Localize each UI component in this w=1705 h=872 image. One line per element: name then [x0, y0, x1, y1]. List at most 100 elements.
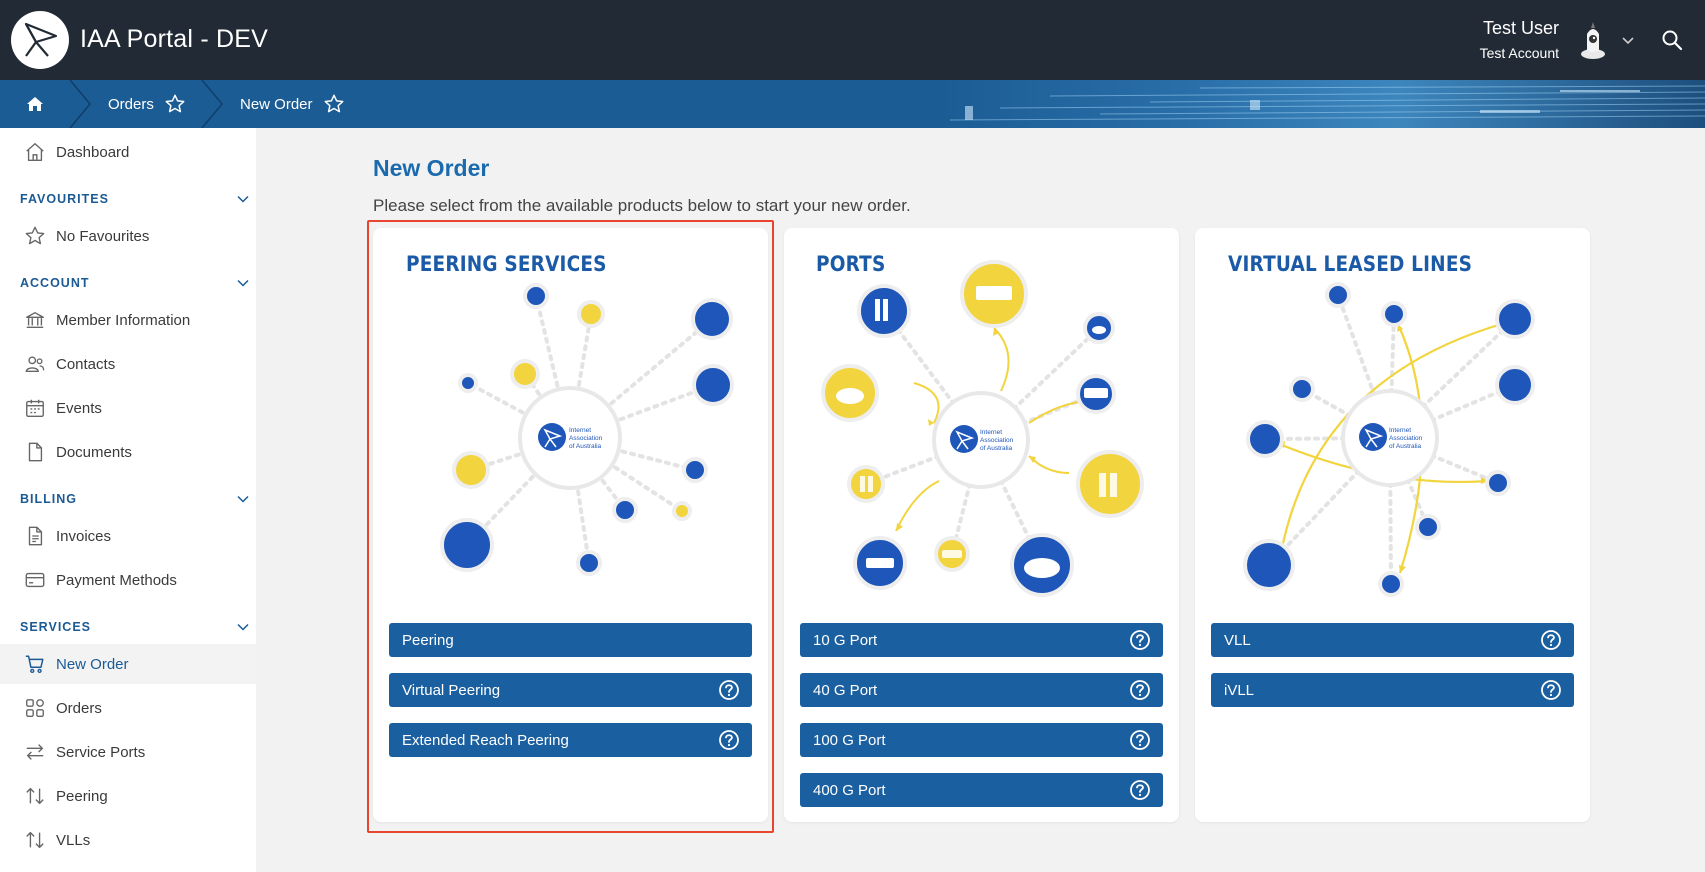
- product-label: iVLL: [1224, 681, 1255, 699]
- sort-icon: [26, 787, 44, 805]
- product-label: VLL: [1224, 631, 1251, 649]
- top-header: IAA Portal - DEV Test User Test Account: [0, 0, 1705, 80]
- section-favourites[interactable]: FAVOURITES: [20, 192, 250, 206]
- star-icon: [25, 226, 45, 245]
- bank-icon: [26, 311, 44, 329]
- chevron-down-icon: [237, 623, 249, 631]
- invoice-icon: [28, 526, 43, 546]
- sidebar-item-service-ports[interactable]: Service Ports: [0, 732, 256, 772]
- breadcrumb-new-order[interactable]: New Order: [240, 80, 345, 128]
- product-label: 400 G Port: [813, 781, 886, 799]
- sidebar-item-label: Contacts: [56, 355, 116, 373]
- sidebar-item-label: Documents: [56, 443, 132, 461]
- chevron-down-icon: [237, 195, 249, 203]
- chevron-down-icon: [237, 279, 249, 287]
- help-icon[interactable]: [1129, 729, 1151, 751]
- section-title: SERVICES: [20, 620, 91, 634]
- product-label: 100 G Port: [813, 731, 886, 749]
- svg-text:Internet: Internet: [980, 429, 1002, 436]
- sidebar-item-member-information[interactable]: Member Information: [0, 300, 256, 340]
- svg-text:Association: Association: [980, 437, 1014, 444]
- sort-icon: [26, 831, 44, 849]
- svg-text:of Australia: of Australia: [1389, 443, 1422, 450]
- sidebar-item-peering[interactable]: Peering: [0, 776, 256, 816]
- user-account: Test Account: [1479, 45, 1559, 61]
- product-card-ports: Internet Association of Australia PORTS …: [784, 228, 1179, 822]
- calendar-icon: [26, 399, 44, 417]
- section-account[interactable]: ACCOUNT: [20, 276, 250, 290]
- home-icon: [26, 143, 44, 161]
- breadcrumb-home[interactable]: [0, 80, 70, 128]
- app-title: IAA Portal - DEV: [80, 25, 268, 53]
- sidebar-item-new-order[interactable]: New Order: [0, 644, 256, 684]
- product-button-vll[interactable]: VLL: [1211, 623, 1574, 657]
- section-title: ACCOUNT: [20, 276, 90, 290]
- ports-network-illustration: Internet Association of Australia: [821, 260, 1144, 597]
- page-subtitle: Please select from the available product…: [373, 196, 911, 215]
- document-icon: [28, 442, 43, 462]
- sidebar-item-orders[interactable]: Orders: [0, 688, 256, 728]
- breadcrumb-orders[interactable]: Orders: [108, 80, 186, 128]
- help-icon[interactable]: [1129, 629, 1151, 651]
- sidebar-item-label: No Favourites: [56, 227, 150, 245]
- star-icon[interactable]: [323, 93, 345, 115]
- grid-icon: [26, 699, 44, 717]
- sidebar-item-contacts[interactable]: Contacts: [0, 344, 256, 384]
- sidebar-item-label: Events: [56, 399, 102, 417]
- search-icon[interactable]: [1660, 28, 1684, 52]
- cart-icon: [25, 655, 44, 674]
- sidebar-item-dashboard[interactable]: Dashboard: [0, 132, 256, 172]
- svg-text:of Australia: of Australia: [980, 445, 1013, 452]
- sidebar-item-vlls[interactable]: VLLs: [0, 820, 256, 860]
- user-menu[interactable]: Test User Test Account: [1480, 18, 1559, 61]
- sidebar-item-payment-methods[interactable]: Payment Methods: [0, 560, 256, 600]
- home-icon: [27, 97, 43, 111]
- star-icon[interactable]: [164, 93, 186, 115]
- logo-icon[interactable]: [11, 11, 69, 69]
- product-label: 40 G Port: [813, 681, 878, 699]
- sidebar-item-label: Dashboard: [56, 143, 130, 161]
- sidebar-item-label: Member Information: [56, 311, 191, 329]
- sidebar-item-invoices[interactable]: Invoices: [0, 516, 256, 556]
- vll-network-illustration: Internet Association of Australia: [1243, 282, 1535, 597]
- chevron-down-icon: [237, 495, 249, 503]
- user-name: Test User: [1482, 18, 1559, 38]
- sidebar-item-label: Invoices: [56, 527, 112, 545]
- sidebar: Dashboard FAVOURITES No Favourites ACCOU…: [0, 128, 256, 872]
- section-services[interactable]: SERVICES: [20, 620, 250, 634]
- breadcrumb-orders-label: Orders: [108, 95, 154, 113]
- card-title: PORTS: [816, 252, 886, 276]
- sidebar-item-documents[interactable]: Documents: [0, 432, 256, 472]
- sidebar-item-no-favourites: No Favourites: [0, 216, 256, 256]
- help-icon[interactable]: [1129, 779, 1151, 801]
- svg-text:Internet: Internet: [1389, 427, 1411, 434]
- product-button-400g-port[interactable]: 400 G Port: [800, 773, 1163, 807]
- contacts-icon: [25, 356, 45, 373]
- page-title: New Order: [373, 155, 490, 181]
- help-icon[interactable]: [1540, 679, 1562, 701]
- sidebar-item-label: Payment Methods: [56, 571, 177, 589]
- breadcrumb-new-order-label: New Order: [240, 95, 313, 113]
- product-button-ivll[interactable]: iVLL: [1211, 673, 1574, 707]
- svg-text:Association: Association: [1389, 435, 1423, 442]
- avatar[interactable]: [1575, 20, 1611, 60]
- sidebar-item-events[interactable]: Events: [0, 388, 256, 428]
- sidebar-item-label: Orders: [56, 699, 102, 717]
- arrows-icon: [26, 744, 44, 760]
- sidebar-item-label: VLLs: [56, 831, 91, 849]
- product-card-virtual-leased-lines: Internet Association of Australia VIRTUA…: [1195, 228, 1590, 822]
- help-icon[interactable]: [1129, 679, 1151, 701]
- section-billing[interactable]: BILLING: [20, 492, 250, 506]
- credit-card-icon: [25, 572, 45, 588]
- breadcrumb: Orders New Order: [0, 80, 1705, 128]
- chevron-down-icon[interactable]: [1620, 32, 1636, 48]
- help-icon[interactable]: [1540, 629, 1562, 651]
- sidebar-item-label: New Order: [56, 655, 129, 673]
- sidebar-item-label: Service Ports: [56, 743, 146, 761]
- section-title: BILLING: [20, 492, 77, 506]
- product-button-40g-port[interactable]: 40 G Port: [800, 673, 1163, 707]
- section-title: FAVOURITES: [20, 192, 109, 206]
- sidebar-item-label: Peering: [56, 787, 108, 805]
- product-button-100g-port[interactable]: 100 G Port: [800, 723, 1163, 757]
- product-button-10g-port[interactable]: 10 G Port: [800, 623, 1163, 657]
